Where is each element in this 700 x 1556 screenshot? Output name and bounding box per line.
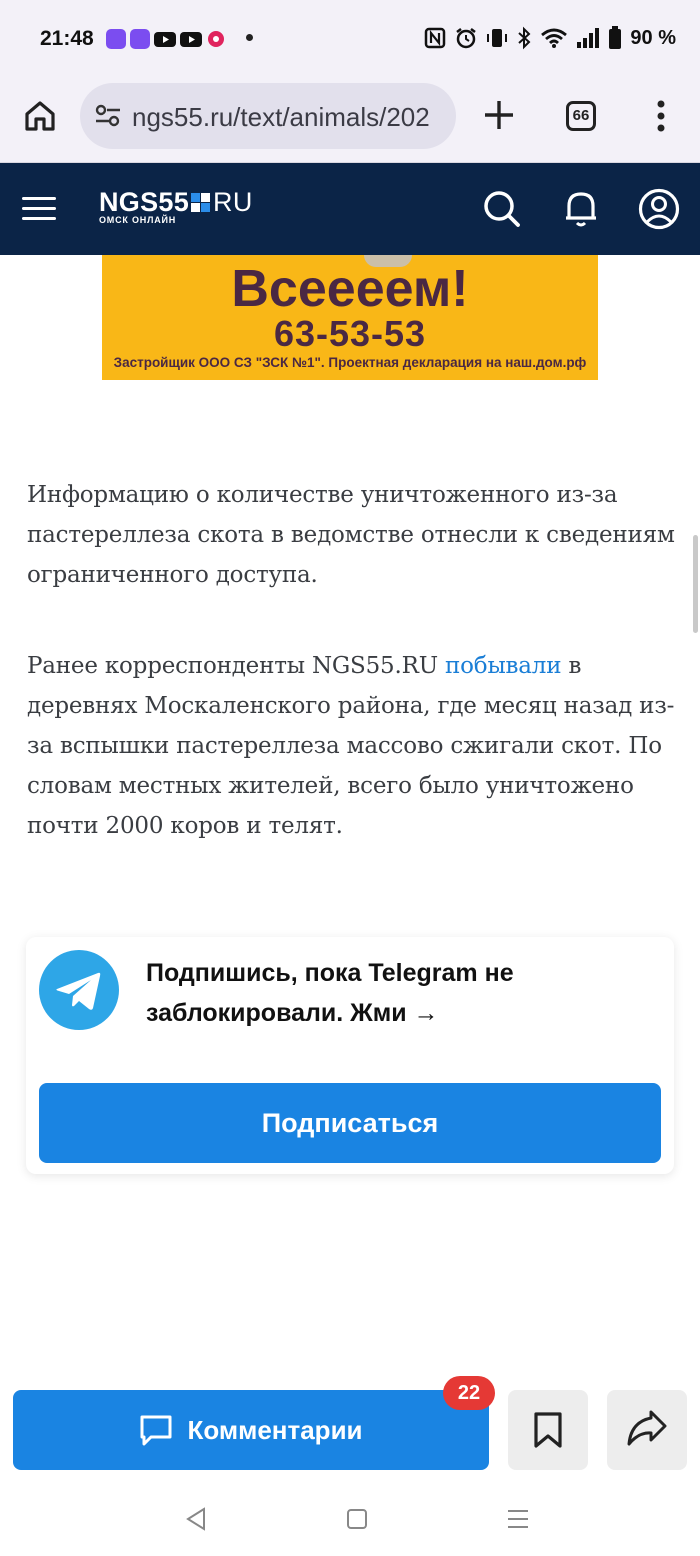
bookmark-icon xyxy=(534,1412,562,1448)
vibrate-icon xyxy=(487,29,508,47)
comments-button[interactable]: Комментарии xyxy=(13,1390,489,1470)
comments-count-badge: 22 xyxy=(443,1376,495,1410)
home-nav-icon[interactable] xyxy=(345,1506,369,1532)
article-paragraph: Ранее корреспонденты NGS55.RU побывали в… xyxy=(27,646,677,846)
battery-icon xyxy=(609,26,622,49)
comment-icon xyxy=(140,1415,172,1446)
nfc-icon xyxy=(425,27,446,49)
bookmark-button[interactable] xyxy=(508,1390,588,1470)
battery-percent: 90 % xyxy=(630,26,676,49)
article-paragraph: Информацию о количестве уничтоженного из… xyxy=(27,482,675,588)
user-profile-icon[interactable] xyxy=(638,188,680,230)
browser-toolbar: ngs55.ru/text/animals/202 66 xyxy=(0,80,700,163)
notification-dot xyxy=(246,34,253,41)
status-bar: 21:48 90 % xyxy=(0,0,700,80)
signal-icon xyxy=(577,28,600,48)
comments-label: Комментарии xyxy=(187,1414,363,1445)
share-button[interactable] xyxy=(607,1390,687,1470)
new-tab-icon[interactable] xyxy=(482,98,516,132)
ad-phone: 63-53-53 xyxy=(273,313,427,354)
ad-banner[interactable]: Всеееем! 63-53-53 Застройщик ООО СЗ "ЗСК… xyxy=(102,255,598,380)
notification-icons xyxy=(106,29,226,49)
music-icon xyxy=(208,31,224,47)
wifi-icon xyxy=(541,28,568,48)
youtube-icon xyxy=(154,32,176,47)
subscribe-button[interactable]: Подписаться xyxy=(39,1083,661,1163)
bell-icon[interactable] xyxy=(562,188,600,228)
ad-legal-text: Застройщик ООО СЗ "ЗСК №1". Проектная де… xyxy=(113,355,587,370)
search-icon[interactable] xyxy=(482,189,522,229)
logo-square-icon xyxy=(191,193,211,213)
ad-headline: Всеееем! xyxy=(231,260,469,318)
paragraph-text: Ранее корреспонденты NGS55.RU xyxy=(27,653,446,679)
tab-switcher-button[interactable]: 66 xyxy=(566,101,596,131)
telegram-icon xyxy=(39,950,119,1030)
home-icon[interactable] xyxy=(22,98,58,134)
back-icon[interactable] xyxy=(184,1506,208,1532)
alarm-icon xyxy=(456,28,477,49)
system-nav-bar xyxy=(0,1480,700,1556)
hamburger-menu-icon[interactable] xyxy=(22,195,58,223)
system-icons: 90 % xyxy=(424,26,676,50)
more-menu-icon[interactable] xyxy=(656,100,666,132)
logo-main-text: NGS55 xyxy=(99,187,190,217)
logo-ru-text: RU xyxy=(213,187,253,217)
site-header: NGS55 RU ОМСК ОНЛАЙН xyxy=(0,163,700,255)
paragraph-text: в деревнях Москаленского района, где мес… xyxy=(27,653,675,839)
telegram-subscribe-card: Подпишись, пока Telegram не заблокировал… xyxy=(26,937,674,1174)
article-link[interactable]: побывали xyxy=(445,653,562,679)
status-time: 21:48 xyxy=(40,27,94,50)
site-settings-icon[interactable] xyxy=(94,104,122,128)
url-text[interactable]: ngs55.ru/text/animals/202 xyxy=(132,102,430,133)
address-bar[interactable]: ngs55.ru/text/animals/202 xyxy=(80,83,456,149)
share-icon xyxy=(627,1410,667,1446)
telegram-promo-text: Подпишись, пока Telegram не заблокировал… xyxy=(146,959,514,1027)
site-logo[interactable]: NGS55 RU ОМСК ОНЛАЙН xyxy=(99,187,253,225)
app-icon xyxy=(130,29,150,49)
recents-icon[interactable] xyxy=(506,1506,530,1532)
page-scrollbar[interactable] xyxy=(693,535,698,633)
app-icon xyxy=(106,29,126,49)
youtube-icon xyxy=(180,32,202,47)
bluetooth-icon xyxy=(518,26,531,50)
